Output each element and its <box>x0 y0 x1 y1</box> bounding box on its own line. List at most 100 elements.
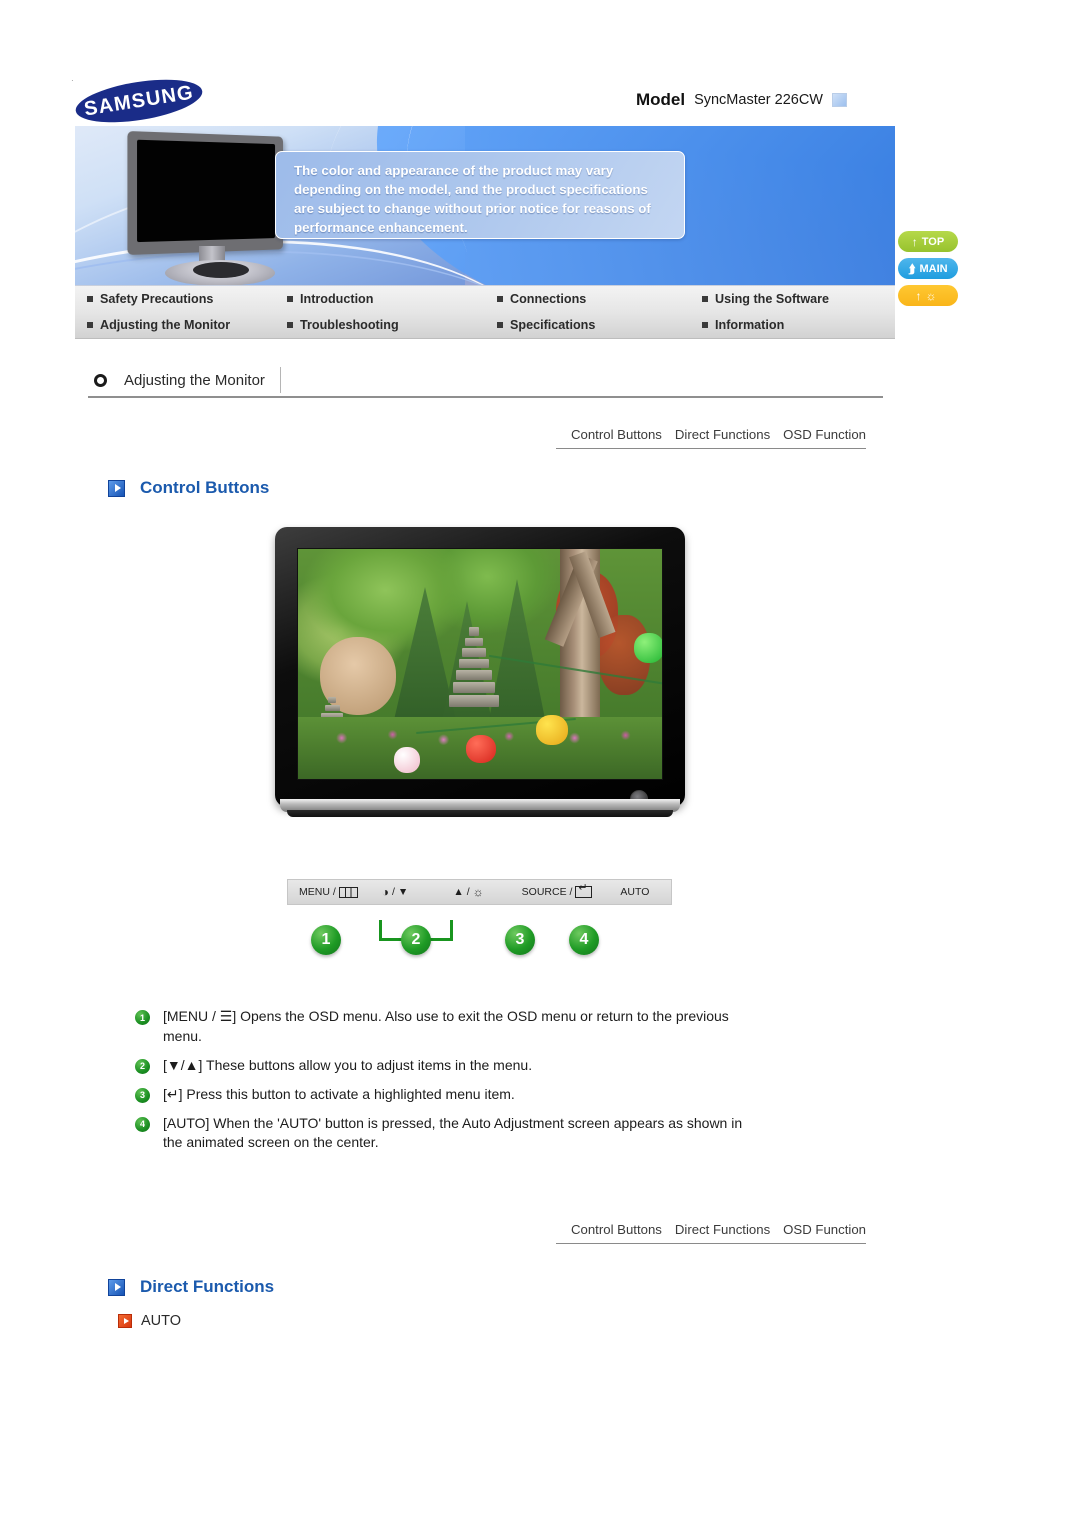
header-banner: The color and appearance of the product … <box>75 126 895 286</box>
control-button-strip: MENU / ◑ / ▼ ▲ / ☼ SOURCE / AUTO <box>287 879 672 905</box>
bullet-icon <box>287 322 293 328</box>
eye-button[interactable]: ↑ ☼ <box>898 285 958 306</box>
button-description-list: 1 [MENU / ☰] Opens the OSD menu. Also us… <box>135 1007 755 1162</box>
callout-badge-4: 4 <box>569 925 599 955</box>
scene-lantern-green <box>634 633 662 663</box>
bullet-icon <box>287 296 293 302</box>
tab-control-buttons[interactable]: Control Buttons <box>571 427 662 442</box>
monitor-base-shadow <box>287 810 673 817</box>
tab-osd-function[interactable]: OSD Function <box>783 427 866 442</box>
description-item: 4 [AUTO] When the 'AUTO' button is press… <box>135 1114 755 1154</box>
monitor-screen <box>297 548 663 780</box>
heading-control-buttons: Control Buttons <box>108 478 269 498</box>
bullet-icon <box>497 296 503 302</box>
nav-item-troubleshooting[interactable]: Troubleshooting <box>287 318 497 332</box>
nav-item-introduction[interactable]: Introduction <box>287 292 497 306</box>
description-badge-2: 2 <box>135 1058 150 1074</box>
bullet-icon <box>702 322 708 328</box>
blue-play-icon <box>108 479 125 497</box>
garden-scene-image <box>298 549 662 779</box>
strip-auto-button[interactable]: AUTO <box>620 886 649 898</box>
description-text: [MENU / ☰] Opens the OSD menu. Also use … <box>163 1008 729 1044</box>
nav-item-connections[interactable]: Connections <box>497 292 702 306</box>
nav-item-adjusting-the-monitor[interactable]: Adjusting the Monitor <box>75 318 287 332</box>
callout-badge-1: 1 <box>311 925 341 955</box>
description-text: [▼/▲] These buttons allow you to adjust … <box>163 1056 533 1073</box>
monitor-bezel <box>275 527 685 808</box>
model-color-swatch <box>832 93 847 107</box>
menu-panel-icon <box>338 886 358 898</box>
description-badge-3: 3 <box>135 1087 150 1103</box>
description-item: 1 [MENU / ☰] Opens the OSD menu. Also us… <box>135 1007 755 1047</box>
header-logo-row: SAMSUNG Model SyncMaster 226CW <box>72 72 895 130</box>
model-label: Model <box>635 90 686 109</box>
nav-item-safety-precautions[interactable]: Safety Precautions <box>75 292 287 306</box>
callout-badge-2: 2 <box>401 925 431 955</box>
bullet-icon <box>87 322 93 328</box>
up-arrow-icon: ↑ <box>911 234 918 249</box>
eye-icon: ☼ <box>925 288 937 303</box>
strip-menu-button[interactable]: MENU / <box>299 886 358 898</box>
tab-osd-function[interactable]: OSD Function <box>783 1222 866 1237</box>
nav-item-using-the-software[interactable]: Using the Software <box>702 292 895 306</box>
ring-icon <box>94 373 107 387</box>
strip-up-button[interactable]: ▲ / ☼ <box>453 885 483 899</box>
description-badge-1: 1 <box>135 1010 150 1025</box>
nav-row-2: Adjusting the Monitor Troubleshooting Sp… <box>75 312 895 338</box>
sun-icon: ☼ <box>472 885 484 899</box>
samsung-logo: SAMSUNG <box>72 72 206 130</box>
brightness-down-icon: ◑ <box>381 885 389 899</box>
side-button-group: ↑ TOP ⮭ MAIN ↑ ☼ <box>898 231 958 306</box>
up-triangle-icon: ▲ <box>453 886 464 898</box>
description-item: 2 [▼/▲] These buttons allow you to adjus… <box>135 1056 755 1076</box>
section-header: Adjusting the Monitor <box>88 364 883 398</box>
breadcrumb-tabs-top: Control Buttons Direct Functions OSD Fun… <box>556 421 866 449</box>
strip-slash: / <box>466 886 470 898</box>
direct-function-label: AUTO <box>141 1313 182 1329</box>
main-button-label: MAIN <box>919 262 948 275</box>
nav-label: Information <box>715 318 785 332</box>
page-corner-mark: · <box>71 76 74 85</box>
banner-monitor-screen <box>127 131 284 255</box>
divider <box>279 367 281 393</box>
strip-slash: / <box>392 886 395 898</box>
strip-source-button[interactable]: SOURCE / <box>521 883 593 898</box>
tab-direct-functions[interactable]: Direct Functions <box>675 427 770 442</box>
strip-auto-label: AUTO <box>620 886 650 898</box>
nav-label: Using the Software <box>715 292 830 306</box>
description-text: [↵] Press this button to activate a high… <box>163 1085 515 1102</box>
nav-item-information[interactable]: Information <box>702 318 895 332</box>
heading-direct-functions: Direct Functions <box>108 1277 274 1297</box>
model-info: Model SyncMaster 226CW <box>636 90 847 110</box>
page-title: Adjusting the Monitor <box>124 371 265 389</box>
tab-direct-functions[interactable]: Direct Functions <box>675 1222 770 1237</box>
scene-lantern-yellow <box>536 715 568 745</box>
nav-label: Safety Precautions <box>100 292 214 306</box>
scene-pagoda-large <box>448 627 500 709</box>
bullet-icon <box>87 296 93 302</box>
top-button[interactable]: ↑ TOP <box>898 231 958 252</box>
breadcrumb-tabs-bottom: Control Buttons Direct Functions OSD Fun… <box>556 1216 866 1244</box>
nav-item-specifications[interactable]: Specifications <box>497 318 702 332</box>
callout-badge-row: 1 2 3 4 <box>287 912 672 968</box>
main-button[interactable]: ⮭ MAIN <box>898 258 958 279</box>
description-item: 3 [↵] Press this button to activate a hi… <box>135 1085 755 1105</box>
product-notice-box: The color and appearance of the product … <box>275 151 685 239</box>
strip-source-label: SOURCE / <box>521 886 573 898</box>
direct-function-auto[interactable]: AUTO <box>118 1313 181 1329</box>
tab-control-buttons[interactable]: Control Buttons <box>571 1222 662 1237</box>
nav-label: Connections <box>510 292 587 306</box>
banner-monitor-base-inset <box>193 262 249 278</box>
up-arrow-icon: ↑ <box>915 288 922 303</box>
scene-lantern-red <box>466 735 496 763</box>
strip-down-button[interactable]: ◑ / ▼ <box>382 885 409 899</box>
nav-label: Specifications <box>510 318 596 332</box>
scene-lantern-white <box>394 747 420 773</box>
model-value: SyncMaster 226CW <box>694 92 823 108</box>
top-button-label: TOP <box>921 235 945 248</box>
heading-label: Control Buttons <box>140 478 270 497</box>
nav-row-1: Safety Precautions Introduction Connecti… <box>75 286 895 312</box>
main-navigation: Safety Precautions Introduction Connecti… <box>75 286 895 339</box>
description-badge-4: 4 <box>135 1116 150 1132</box>
bullet-icon <box>497 322 503 328</box>
